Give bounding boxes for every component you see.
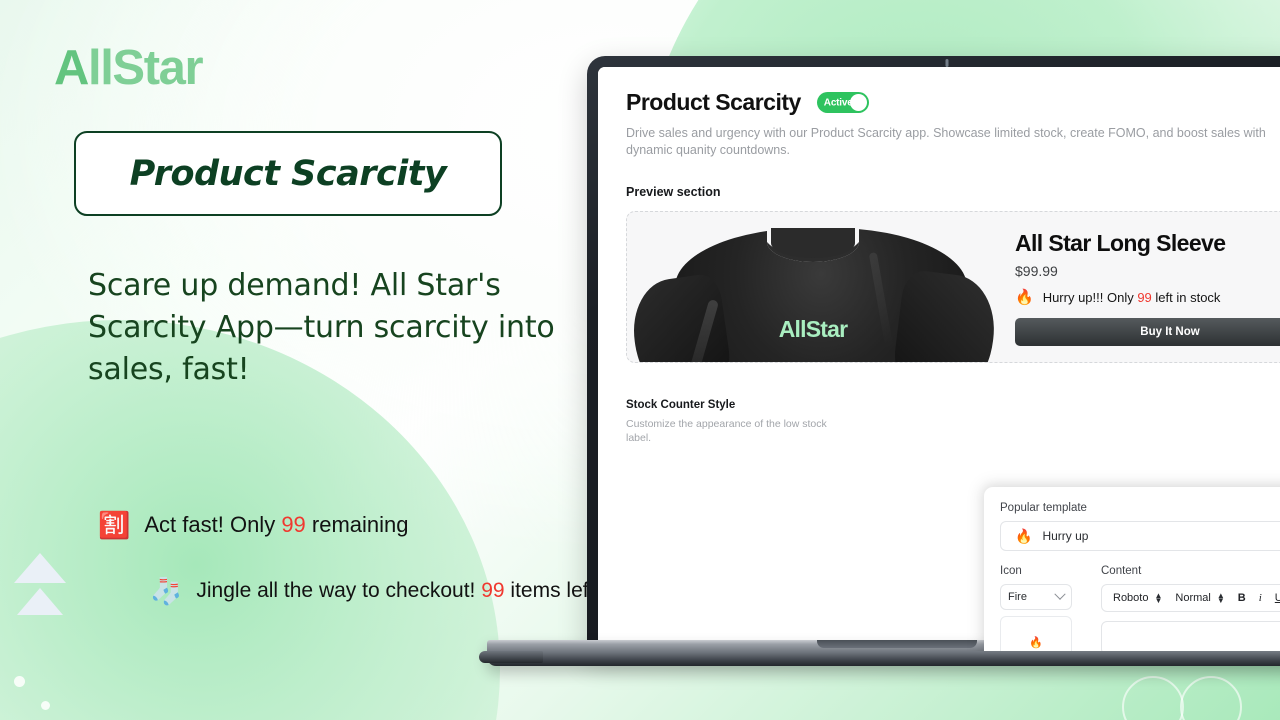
app-header: Product Scarcity Active (626, 89, 1280, 116)
product-image: AllStar (627, 212, 999, 362)
hot-badge-icon: 🈹 (98, 510, 131, 540)
logo-letter-a: A (54, 41, 89, 95)
fire-icon: 🔥 (1015, 527, 1033, 544)
logo-letters-rest: llStar (88, 41, 204, 95)
laptop-lid: Product Scarcity Active Drive sales and … (587, 56, 1280, 651)
shirt-logo-text: AllStar (778, 316, 848, 342)
decorative-circle-icon (1122, 676, 1184, 720)
template-editor-panel: Popular template 🔥 Hurry up Icon Fire 🔥 (984, 487, 1280, 651)
stock-counter-style-description: Customize the appearance of the low stoc… (626, 418, 827, 444)
app-description: Drive sales and urgency with our Product… (626, 126, 1266, 157)
page-title: Product Scarcity (626, 89, 801, 115)
active-toggle[interactable]: Active (816, 92, 869, 113)
stock-counter-label: 🔥 Hurry up!!! Only 99 left in stock (1015, 288, 1280, 306)
font-family-value: Roboto (1113, 592, 1149, 604)
preview-section-label: Preview section (626, 185, 721, 199)
underline-button[interactable]: U (1275, 592, 1280, 604)
stepper-icon: ▲ ▼ (1154, 591, 1163, 605)
stock-counter-style-title: Stock Counter Style (626, 399, 736, 411)
bullet-1-count: 99 (281, 512, 306, 537)
feature-bullet-1-text: Act fast! Only 99 remaining (144, 512, 409, 537)
allstar-logo: AllStar (54, 40, 204, 96)
editor-controls-row: Icon Fire 🔥 Content Roboto ▲ ▼ Normal ▲ … (1000, 565, 1280, 651)
laptop-screen: Product Scarcity Active Drive sales and … (598, 67, 1280, 651)
product-price: $99.99 (1015, 263, 1058, 279)
bold-button[interactable]: B (1238, 592, 1246, 604)
hero-title-badge: Product Scarcity (74, 131, 502, 216)
font-family-select[interactable]: Roboto ▲ ▼ (1113, 591, 1163, 605)
stepper-icon: ▲ ▼ (1216, 591, 1225, 605)
popular-template-select[interactable]: 🔥 Hurry up (1000, 521, 1280, 551)
italic-button[interactable]: i (1259, 592, 1262, 604)
chevron-down-icon (1054, 588, 1066, 600)
fire-icon: 🔥 (1015, 289, 1034, 306)
active-toggle-label: Active (823, 97, 853, 108)
icon-field-group: Icon Fire 🔥 (1000, 565, 1072, 651)
icon-select-value: Fire (1008, 591, 1027, 603)
stock-count: 99 (1137, 289, 1152, 305)
stock-counter-text: Hurry up!!! Only 99 left in stock (1042, 289, 1221, 305)
icon-preview: 🔥 (1000, 616, 1072, 651)
popular-template-value: Hurry up (1042, 529, 1089, 543)
icon-select[interactable]: Fire (1000, 584, 1072, 610)
icon-label: Icon (1000, 565, 1022, 577)
laptop-mockup: Product Scarcity Active Drive sales and … (479, 56, 1280, 666)
content-label: Content (1101, 565, 1142, 577)
rich-text-toolbar: Roboto ▲▼ Normal ▲▼ B i U S A (1101, 584, 1280, 612)
product-name: All Star Long Sleeve (1015, 230, 1226, 256)
popular-template-label: Popular template (1000, 502, 1087, 514)
stock-counter-style-section: Stock Counter Style Customize the appear… (626, 399, 841, 445)
content-field-group: Content Roboto ▲ ▼ Normal ▲ ▼ B i U (1101, 565, 1280, 651)
hero-title-text: Product Scarcity (129, 153, 447, 194)
font-weight-select[interactable]: Normal ▲ ▼ (1175, 591, 1225, 605)
laptop-base-foot (479, 651, 543, 663)
product-details: All Star Long Sleeve $99.99 🔥 Hurry up!!… (999, 212, 1280, 362)
buy-it-now-button[interactable]: Buy It Now (1015, 318, 1280, 346)
stocking-icon: 🧦 (150, 576, 183, 606)
webcam-icon (945, 59, 949, 67)
content-editor-input[interactable] (1101, 621, 1280, 651)
decorative-circle-icon (1180, 676, 1242, 720)
shirt-collar (767, 222, 859, 262)
product-preview-card: AllStar All Star Long Sleeve $99.99 🔥 Hu… (626, 211, 1280, 363)
feature-bullet-1: 🈹 Act fast! Only 99 remaining (98, 512, 409, 538)
font-weight-value: Normal (1175, 592, 1211, 604)
